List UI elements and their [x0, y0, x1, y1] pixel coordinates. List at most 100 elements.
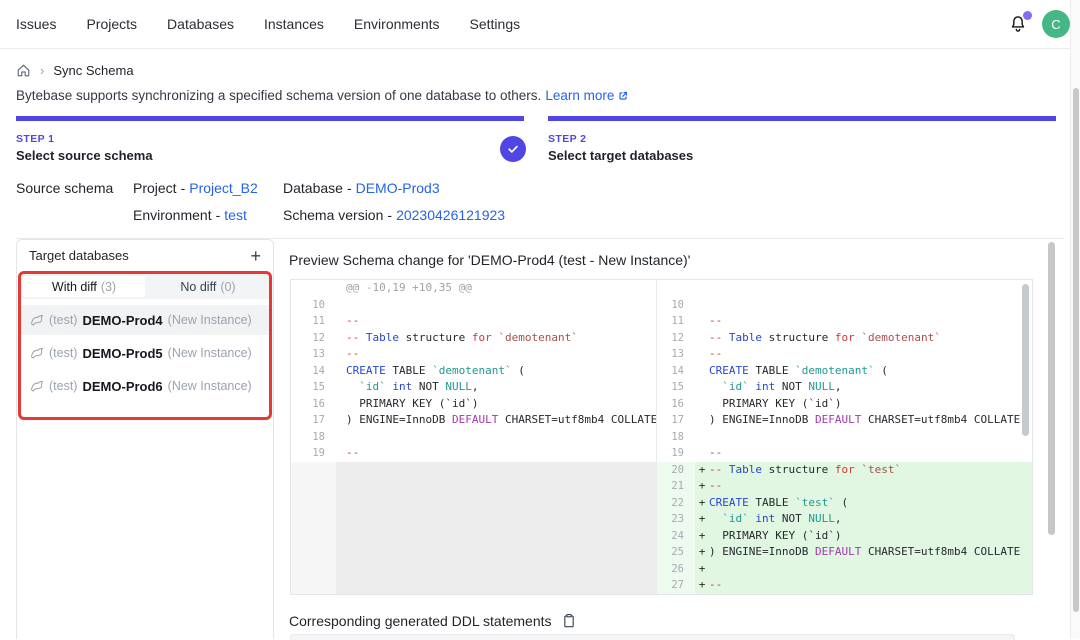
database-item-demo-prod5[interactable]: (test)DEMO-Prod5(New Instance)	[21, 338, 269, 368]
diff-line-left-17: 17) ENGINE=InnoDB DEFAULT CHARSET=utf8mb…	[291, 412, 656, 429]
diff-line-left-10: 10	[291, 297, 656, 314]
diff-line-left-14: 14CREATE TABLE `demotenant` (	[291, 363, 656, 380]
learn-more-link[interactable]: Learn more	[545, 88, 629, 103]
mysql-db-icon	[30, 313, 44, 327]
database-environment: (test)	[49, 379, 77, 393]
diff-line-right-11: 11--	[657, 313, 1032, 330]
field-separator: -	[387, 207, 392, 223]
diff-line-right-16: 16 PRIMARY KEY (`id`)	[657, 396, 1032, 413]
field-separator: -	[216, 207, 221, 223]
diff-pane-original[interactable]: @@ -10,19 +10,35 @@1011--12-- Table stru…	[291, 280, 657, 594]
field-environment-name: Environment	[133, 207, 212, 223]
tab-with-diff-count: (3)	[101, 280, 116, 294]
database-item-demo-prod4[interactable]: (test) DEMO-Prod4 (New Instance)	[21, 305, 269, 335]
nav-item-environments[interactable]: Environments	[354, 16, 440, 32]
panel-scrollbar[interactable]	[1048, 242, 1055, 535]
diff-line-left-19: 19--	[291, 445, 656, 462]
tab-with-diff[interactable]: With diff (3)	[23, 276, 145, 297]
intro-text: Bytebase supports synchronizing a specif…	[16, 88, 629, 103]
diff-line-left-13: 13--	[291, 346, 656, 363]
target-panel-header: Target databases +	[17, 240, 273, 269]
database-note: (New Instance)	[168, 313, 252, 327]
diff-pane-modified[interactable]: 1011--12-- Table structure for `demotena…	[657, 280, 1032, 594]
add-icon[interactable]: +	[250, 249, 261, 263]
diff-line-right-20: 20+-- Table structure for `test`	[657, 462, 1032, 479]
diff-line-right-19: 19--	[657, 445, 1032, 462]
nav-item-projects[interactable]: Projects	[86, 16, 137, 32]
environment-link[interactable]: test	[224, 207, 247, 223]
field-project: Project-Project_B2	[133, 180, 258, 196]
avatar[interactable]: C	[1042, 10, 1070, 38]
diff-line-right-22: 22+CREATE TABLE `test` (	[657, 495, 1032, 512]
page-scrollbar-thumb[interactable]	[1073, 88, 1079, 612]
step2-label: STEP 2	[548, 133, 693, 145]
copy-icon[interactable]	[561, 612, 577, 629]
diff-line-left-11: 11--	[291, 313, 656, 330]
intro-sentence: Bytebase supports synchronizing a specif…	[16, 88, 541, 103]
step1: STEP 1 Select source schema	[16, 133, 153, 163]
diff-line-right-15: 15 `id` int NOT NULL,	[657, 379, 1032, 396]
project-link[interactable]: Project_B2	[189, 180, 257, 196]
target-database-list: (test) DEMO-Prod4 (New Instance) (test) DEMO…	[21, 299, 269, 401]
home-icon[interactable]	[16, 63, 31, 78]
schema-diff-editor: @@ -10,19 +10,35 @@1011--12-- Table stru…	[290, 279, 1033, 595]
database-environment: (test)	[49, 313, 77, 327]
mysql-db-icon	[30, 379, 44, 393]
diff-line-right-14: 14CREATE TABLE `demotenant` (	[657, 363, 1032, 380]
nav-item-settings[interactable]: Settings	[470, 16, 521, 32]
top-nav: Issues Projects Databases Instances Environm…	[0, 0, 1080, 49]
primary-nav: Issues Projects Databases Instances Environm…	[16, 0, 520, 48]
database-name: DEMO-Prod6	[82, 379, 162, 394]
field-schema-version: Schema version-20230426121923	[283, 207, 505, 223]
diff-tabs: With diff (3) No diff (0)	[21, 274, 269, 299]
field-schema-version-name: Schema version	[283, 207, 383, 223]
diff-line-right-21: 21+--	[657, 478, 1032, 495]
diff-line-right-17: 17) ENGINE=InnoDB DEFAULT CHARSET=utf8mb…	[657, 412, 1032, 429]
database-item-demo-prod6[interactable]: (test)DEMO-Prod6(New Instance)	[21, 371, 269, 401]
breadcrumb-separator: ›	[40, 63, 44, 78]
field-database-name: Database	[283, 180, 343, 196]
tab-no-diff[interactable]: No diff (0)	[147, 274, 269, 299]
mysql-db-icon	[30, 346, 44, 360]
notifications-button[interactable]	[1008, 13, 1028, 35]
step2-progress-bar	[548, 116, 1056, 121]
diff-line-left-15: 15 `id` int NOT NULL,	[291, 379, 656, 396]
tab-no-diff-label: No diff	[180, 280, 216, 294]
schema-version-link[interactable]: 20230426121923	[396, 207, 505, 223]
source-schema-label: Source schema	[16, 180, 113, 196]
target-databases-panel: Target databases + With diff (3) No diff…	[16, 239, 274, 639]
diff-left-filler	[291, 462, 656, 595]
nav-item-issues[interactable]: Issues	[16, 16, 56, 32]
diff-line-right-26: 26+	[657, 561, 1032, 578]
database-note: (New Instance)	[168, 346, 252, 360]
step2: STEP 2 Select target databases	[548, 133, 693, 163]
database-name: DEMO-Prod4	[82, 313, 162, 328]
diff-line-right-13: 13--	[657, 346, 1032, 363]
ddl-title-text: Corresponding generated DDL statements	[289, 613, 552, 629]
diff-line-right-12: 12-- Table structure for `demotenant`	[657, 330, 1032, 347]
field-environment: Environment-test	[133, 207, 247, 223]
nav-right: C	[1008, 0, 1070, 48]
database-link[interactable]: DEMO-Prod3	[356, 180, 440, 196]
diff-editor-scrollbar[interactable]	[1022, 284, 1029, 436]
step-complete-badge	[500, 136, 526, 162]
diff-line-left-12: 12-- Table structure for `demotenant`	[291, 330, 656, 347]
check-icon	[506, 142, 520, 156]
field-separator: -	[181, 180, 186, 196]
breadcrumb-current: Sync Schema	[53, 63, 133, 78]
diff-line-left-18: 18	[291, 429, 656, 446]
nav-item-databases[interactable]: Databases	[167, 16, 234, 32]
notification-dot	[1023, 11, 1032, 20]
step1-progress-bar	[16, 116, 524, 121]
ddl-editor-top-edge	[290, 634, 1015, 640]
target-panel-title: Target databases	[29, 248, 129, 263]
nav-item-instances[interactable]: Instances	[264, 16, 324, 32]
field-separator: -	[347, 180, 352, 196]
diff-line-right-24: 24+ PRIMARY KEY (`id`)	[657, 528, 1032, 545]
diff-line-right-10: 10	[657, 297, 1032, 314]
learn-more-label: Learn more	[545, 88, 614, 103]
diff-line-right-25: 25+) ENGINE=InnoDB DEFAULT CHARSET=utf8m…	[657, 544, 1032, 561]
database-name: DEMO-Prod5	[82, 346, 162, 361]
step2-title: Select target databases	[548, 148, 693, 163]
diff-blank-line	[657, 280, 1032, 297]
